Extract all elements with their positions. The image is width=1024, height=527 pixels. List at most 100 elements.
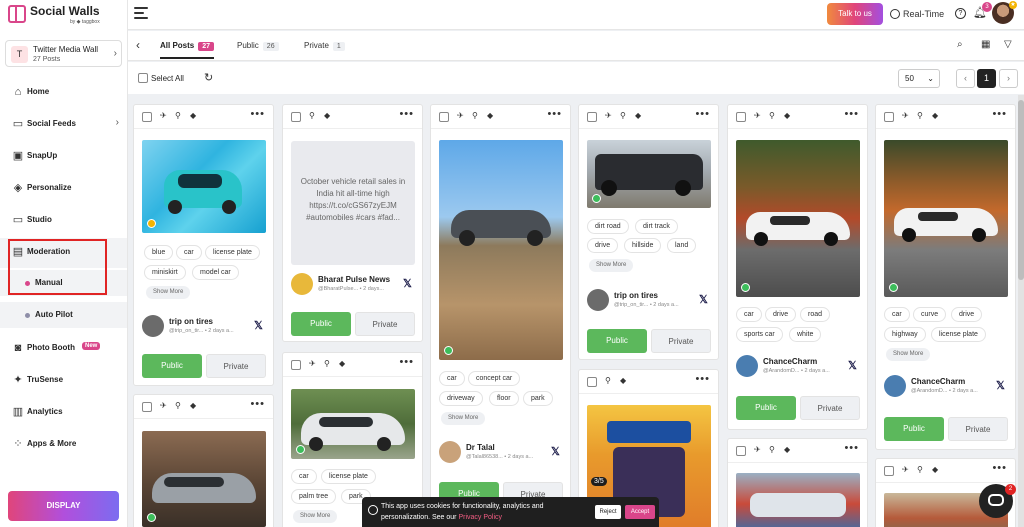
- per-page-select[interactable]: 50 ⌄: [898, 69, 940, 88]
- more-options-icon[interactable]: •••: [399, 356, 414, 368]
- scrollbar-thumb[interactable]: [1018, 100, 1024, 280]
- post-checkbox[interactable]: [142, 402, 152, 412]
- post-author[interactable]: trip on tires @trip_on_tir... • 2 days a…: [587, 289, 713, 313]
- post-checkbox[interactable]: [439, 112, 449, 122]
- tag-icon[interactable]: ◆: [620, 376, 626, 385]
- show-more-button[interactable]: Show More: [146, 286, 191, 299]
- pin-icon[interactable]: ✈: [457, 111, 464, 120]
- prev-page-button[interactable]: ‹: [956, 69, 975, 88]
- sidebar-item-snapup[interactable]: ▣ SnapUp: [0, 142, 127, 170]
- private-button[interactable]: Private: [800, 396, 860, 420]
- post-checkbox[interactable]: [587, 377, 597, 387]
- public-button[interactable]: Public: [291, 312, 351, 336]
- search-icon[interactable]: ⌕: [957, 39, 963, 50]
- filter-icon[interactable]: ▽: [1004, 39, 1012, 50]
- post-tag[interactable]: floor: [489, 391, 519, 406]
- more-options-icon[interactable]: •••: [695, 373, 710, 385]
- pin-icon[interactable]: ✈: [160, 401, 167, 410]
- post-tag[interactable]: palm tree: [291, 489, 337, 504]
- more-options-icon[interactable]: •••: [547, 108, 562, 120]
- post-tag[interactable]: hillside: [624, 238, 662, 253]
- push-pin-icon[interactable]: ⚲: [605, 376, 611, 385]
- private-button[interactable]: Private: [206, 354, 266, 378]
- post-image[interactable]: [587, 140, 711, 208]
- sidebar-item-home[interactable]: ⌂ Home: [0, 78, 127, 106]
- realtime-toggle[interactable]: Real-Time: [890, 9, 944, 19]
- post-tag[interactable]: highway: [884, 327, 926, 342]
- help-icon[interactable]: ?: [955, 8, 966, 19]
- more-options-icon[interactable]: •••: [992, 462, 1007, 474]
- show-more-button[interactable]: Show More: [589, 259, 634, 272]
- pin-icon[interactable]: ✈: [902, 465, 909, 474]
- next-page-button[interactable]: ›: [999, 69, 1018, 88]
- post-checkbox[interactable]: [736, 446, 746, 456]
- post-checkbox[interactable]: [142, 112, 152, 122]
- private-button[interactable]: Private: [948, 417, 1008, 441]
- push-pin-icon[interactable]: ⚲: [769, 445, 775, 454]
- post-tag[interactable]: concept car: [468, 371, 521, 386]
- post-tag[interactable]: license plate: [931, 327, 986, 342]
- post-tag[interactable]: model car: [192, 265, 239, 280]
- private-button[interactable]: Private: [355, 312, 415, 336]
- sidebar-item-personalize[interactable]: ◈ Personalize: [0, 174, 127, 202]
- post-tag[interactable]: car: [176, 245, 202, 260]
- post-author[interactable]: ChanceCharm @ArandomD... • 2 days a...: [884, 375, 1010, 399]
- sidebar-subitem-auto-pilot[interactable]: Auto Pilot: [0, 302, 127, 328]
- tag-icon[interactable]: ◆: [784, 111, 790, 120]
- post-checkbox[interactable]: [736, 112, 746, 122]
- post-image[interactable]: [736, 473, 860, 527]
- wall-selector[interactable]: T Twitter Media Wall 27 Posts ›: [5, 40, 122, 67]
- push-pin-icon[interactable]: ⚲: [620, 111, 626, 120]
- tag-icon[interactable]: ◆: [784, 445, 790, 454]
- sidebar-item-studio[interactable]: ▭ Studio: [0, 206, 127, 234]
- push-pin-icon[interactable]: ⚲: [324, 359, 330, 368]
- more-options-icon[interactable]: •••: [399, 108, 414, 120]
- post-tag[interactable]: curve: [913, 307, 947, 322]
- post-checkbox[interactable]: [587, 112, 597, 122]
- post-image[interactable]: [142, 431, 266, 527]
- push-pin-icon[interactable]: ⚲: [917, 111, 923, 120]
- post-tag[interactable]: blue: [144, 245, 174, 260]
- post-tag[interactable]: white: [789, 327, 822, 342]
- push-pin-icon[interactable]: ⚲: [309, 111, 315, 120]
- menu-toggle-icon[interactable]: [134, 7, 148, 19]
- post-checkbox[interactable]: [884, 112, 894, 122]
- post-tag[interactable]: driveway: [439, 391, 483, 406]
- more-options-icon[interactable]: •••: [844, 108, 859, 120]
- tag-icon[interactable]: ◆: [932, 465, 938, 474]
- tag-icon[interactable]: ◆: [339, 359, 345, 368]
- post-author[interactable]: ChanceCharm @ArandomD... • 2 days a...: [736, 355, 862, 379]
- pin-icon[interactable]: ✈: [754, 111, 761, 120]
- refresh-icon[interactable]: ↻: [204, 71, 213, 84]
- pin-icon[interactable]: ✈: [754, 445, 761, 454]
- post-tag[interactable]: drive: [765, 307, 797, 322]
- more-options-icon[interactable]: •••: [992, 108, 1007, 120]
- post-image[interactable]: [142, 140, 266, 233]
- push-pin-icon[interactable]: ⚲: [175, 111, 181, 120]
- reject-cookies-button[interactable]: Reject: [595, 505, 621, 519]
- pin-icon[interactable]: ✈: [605, 111, 612, 120]
- post-tag[interactable]: license plate: [321, 469, 376, 484]
- tag-icon[interactable]: ◆: [932, 111, 938, 120]
- public-button[interactable]: Public: [884, 417, 944, 441]
- sidebar-item-analytics[interactable]: ▥ Analytics: [0, 398, 127, 426]
- back-arrow-icon[interactable]: ‹: [136, 38, 140, 52]
- post-checkbox[interactable]: [884, 466, 894, 476]
- scrollbar[interactable]: [1018, 95, 1024, 527]
- tag-icon[interactable]: ◆: [190, 111, 196, 120]
- tag-icon[interactable]: ◆: [487, 111, 493, 120]
- post-author[interactable]: trip on tires @trip_on_tir... • 2 days a…: [142, 315, 268, 339]
- show-more-button[interactable]: Show More: [441, 412, 486, 425]
- post-image[interactable]: [736, 140, 860, 297]
- sidebar-item-trusense[interactable]: ✦ TruSense: [0, 366, 127, 394]
- sidebar-item-apps-more[interactable]: ⁘ Apps & More: [0, 430, 127, 458]
- select-all-checkbox[interactable]: Select All: [138, 73, 184, 83]
- tab-public[interactable]: Public 26: [237, 41, 279, 51]
- post-text[interactable]: October vehicle retail sales in India hi…: [291, 141, 415, 265]
- more-options-icon[interactable]: •••: [250, 108, 265, 120]
- tab-all-posts[interactable]: All Posts 27: [160, 41, 215, 59]
- sidebar-item-photo-booth[interactable]: ◙ Photo Booth New: [0, 334, 127, 362]
- push-pin-icon[interactable]: ⚲: [917, 465, 923, 474]
- post-tag[interactable]: car: [884, 307, 910, 322]
- post-checkbox[interactable]: [291, 112, 301, 122]
